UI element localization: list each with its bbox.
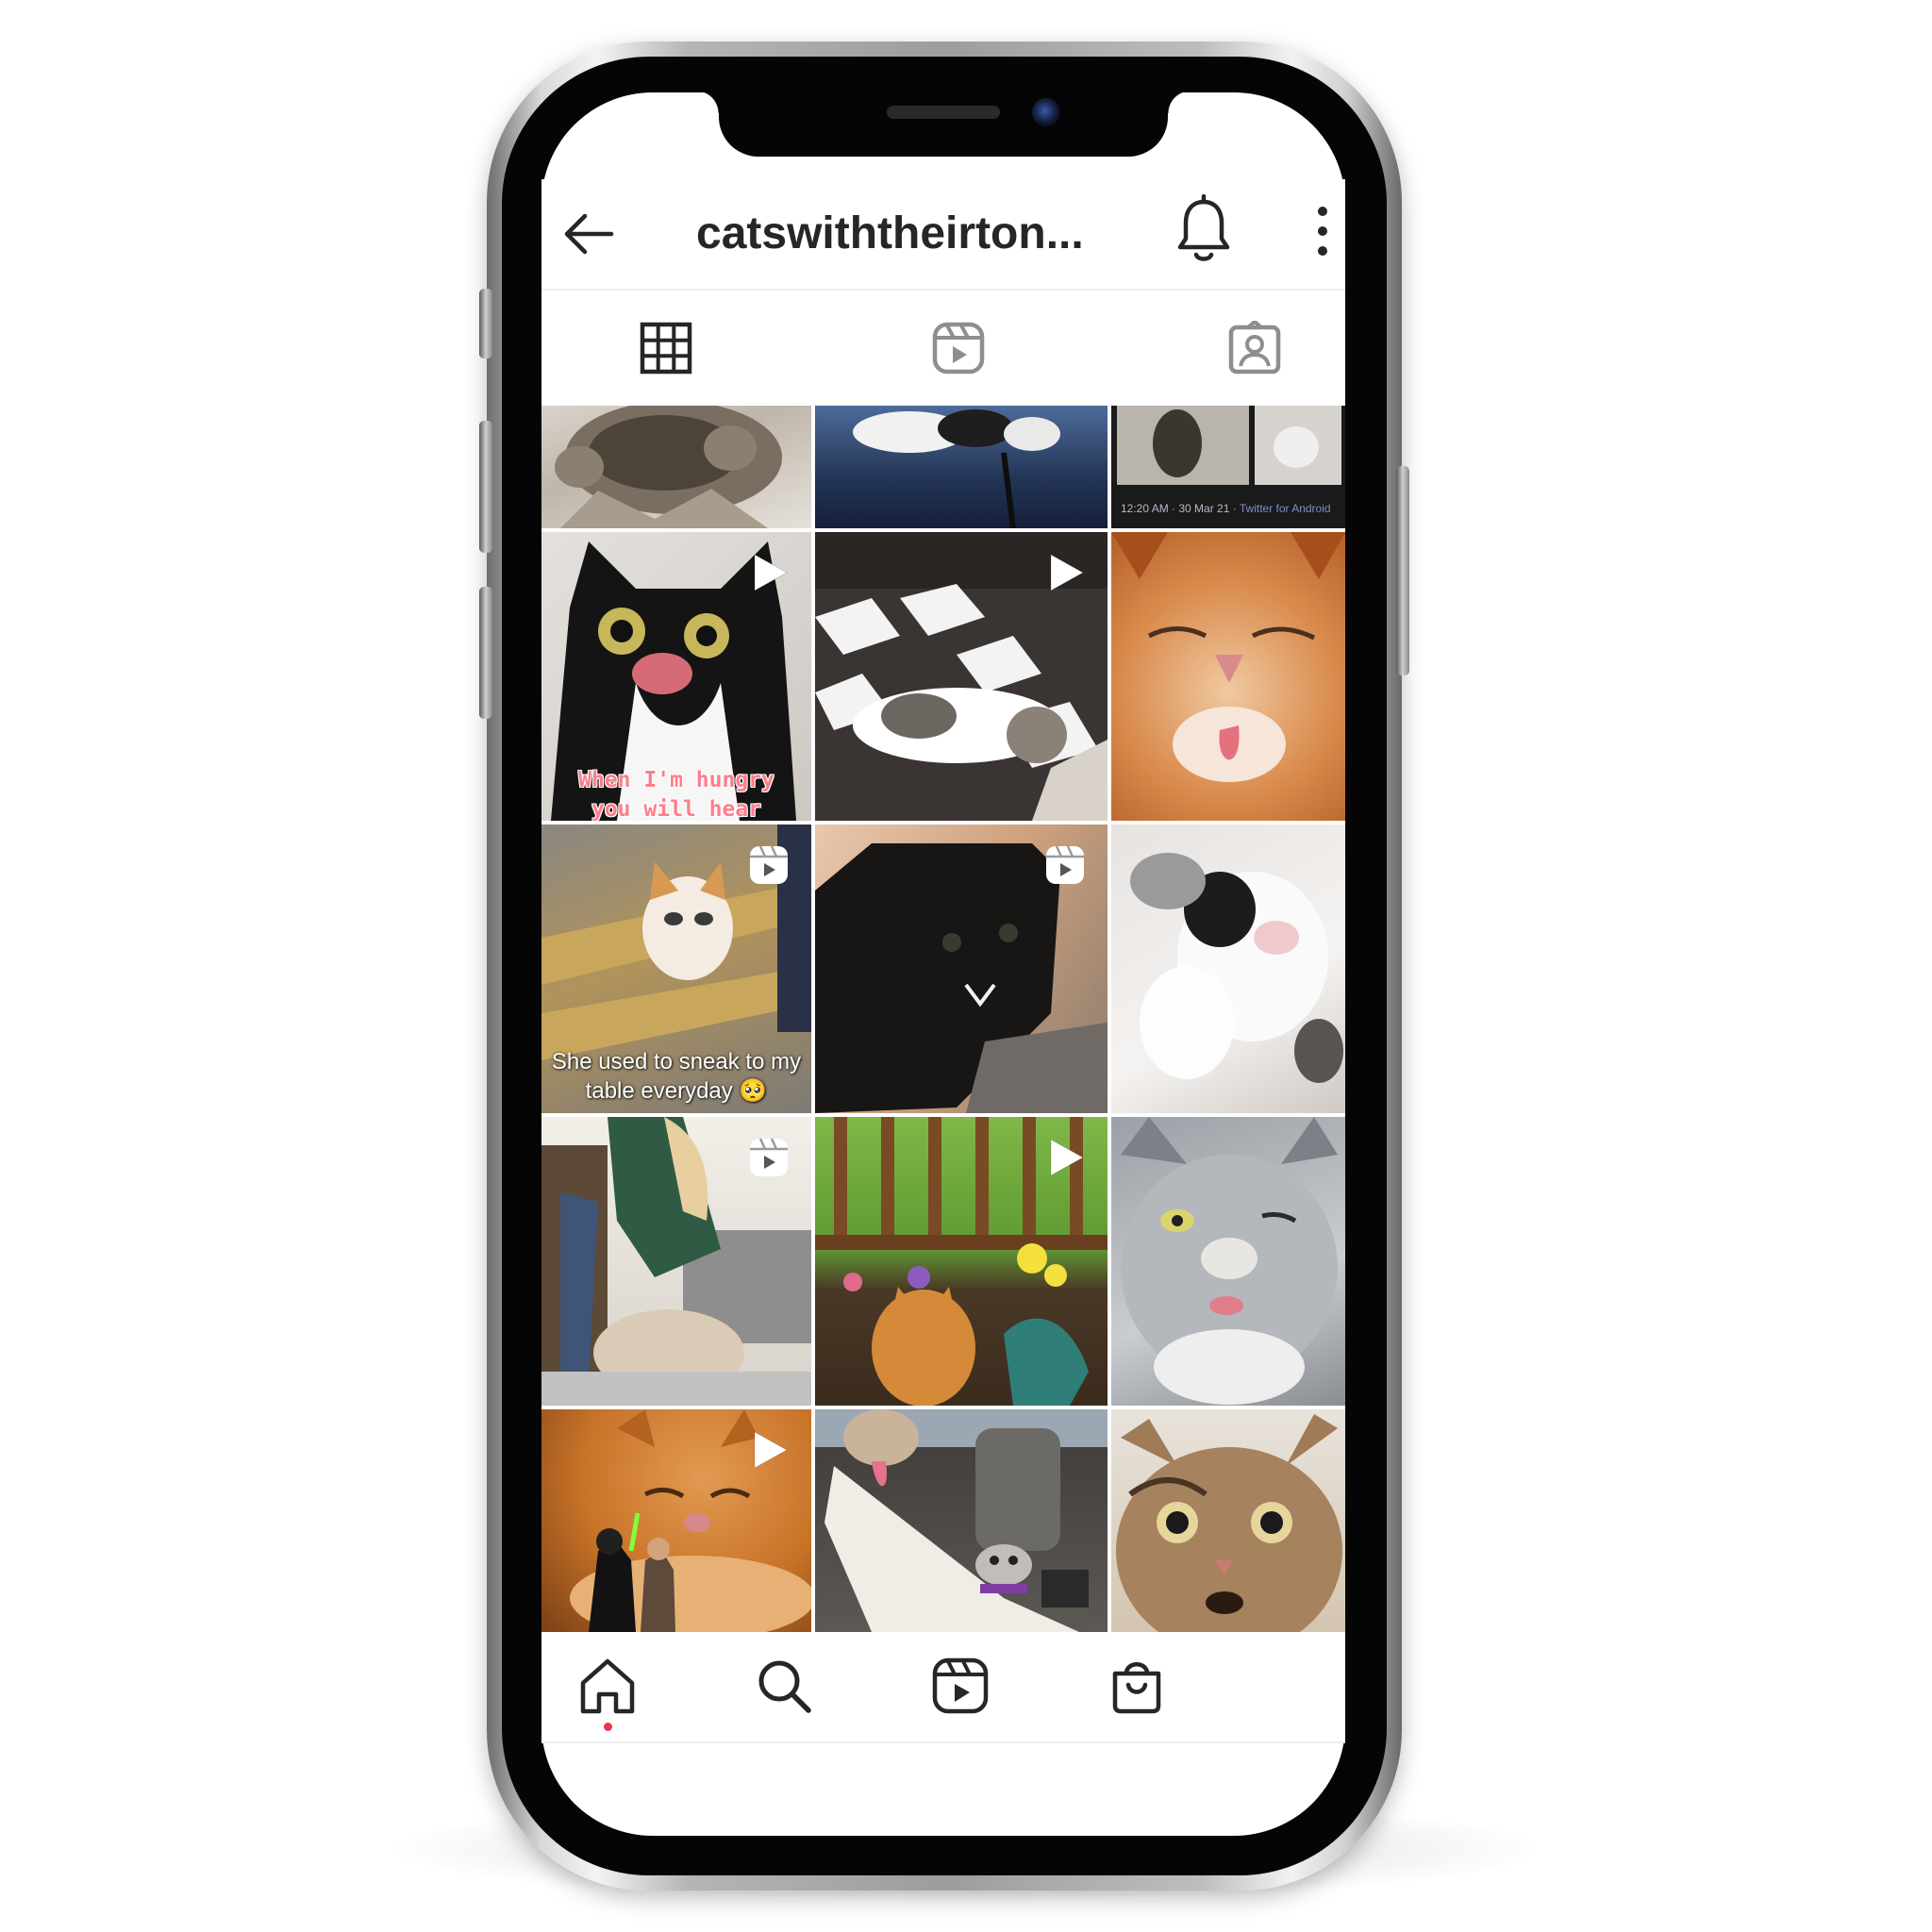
power-button (1396, 466, 1409, 675)
post-tile[interactable] (1111, 1409, 1345, 1632)
cat-photo (1111, 532, 1345, 782)
post-tile[interactable] (541, 1117, 811, 1406)
reels-icon (1046, 845, 1084, 884)
bell-icon[interactable] (1175, 194, 1232, 266)
post-tile[interactable] (815, 824, 1108, 1113)
cat-photo (1121, 1117, 1338, 1405)
post-tile[interactable] (815, 1409, 1108, 1632)
volume-down-button (479, 587, 492, 719)
post-caption: When I'm hungry you will hear (578, 768, 774, 821)
kitten-photo (1130, 853, 1343, 1083)
arrow-left-icon[interactable] (560, 206, 617, 262)
post-tile[interactable] (1111, 824, 1345, 1113)
profile-header: catswiththeirton... (541, 179, 1345, 291)
home-active-dot (604, 1723, 612, 1731)
posts-grid: 12:20 AM · 30 Mar 21 · Twitter for Andro… (541, 406, 1345, 1632)
cat-photo (1116, 1414, 1342, 1632)
reels-icon[interactable] (931, 321, 986, 375)
post-tile[interactable] (815, 1117, 1108, 1406)
tweet-timestamp: 12:20 AM · 30 Mar 21 · Twitter for Andro… (1121, 502, 1331, 515)
dog-and-cat-in-car-photo (815, 1409, 1108, 1632)
reels-icon[interactable] (931, 1657, 990, 1715)
reels-icon (750, 845, 788, 884)
vertical-dots-icon[interactable] (1311, 198, 1334, 264)
grid-icon[interactable] (639, 321, 693, 375)
post-tile[interactable] (815, 406, 1108, 528)
reels-icon (750, 1138, 788, 1176)
play-icon (754, 554, 789, 591)
post-tile[interactable] (1111, 1117, 1345, 1406)
post-tile[interactable]: 12:20 AM · 30 Mar 21 · Twitter for Andro… (1111, 406, 1345, 528)
play-icon (754, 1431, 789, 1469)
post-tile[interactable]: When I'm hungry you will hear (541, 532, 811, 821)
volume-up-button (479, 421, 492, 553)
profile-tabs (541, 292, 1345, 404)
device-mockup: catswiththeirton... 12:20 AM · 30 Mar 21… (0, 0, 1932, 1932)
front-camera (1032, 98, 1060, 126)
cat-photo (555, 406, 782, 528)
post-tile[interactable] (1111, 532, 1345, 821)
tagged-person-icon[interactable] (1227, 321, 1282, 375)
profile-title: catswiththeirton... (696, 208, 1084, 258)
earpiece-speaker (887, 106, 1000, 119)
post-caption: She used to sneak to my table everyday 🥺 (551, 1049, 802, 1104)
search-icon[interactable] (755, 1657, 813, 1715)
home-icon[interactable] (578, 1657, 637, 1715)
bottom-navigation (541, 1632, 1345, 1743)
action-button (479, 289, 492, 358)
phone-notch (696, 91, 1191, 157)
play-icon (1050, 1139, 1085, 1176)
post-tile[interactable] (541, 1409, 811, 1632)
cat-photo (853, 409, 1060, 528)
post-tile[interactable]: She used to sneak to my table everyday 🥺 (541, 824, 811, 1113)
post-tile[interactable] (541, 406, 811, 528)
shop-bag-icon[interactable] (1108, 1657, 1166, 1715)
post-tile[interactable] (815, 532, 1108, 821)
play-icon (1050, 554, 1085, 591)
